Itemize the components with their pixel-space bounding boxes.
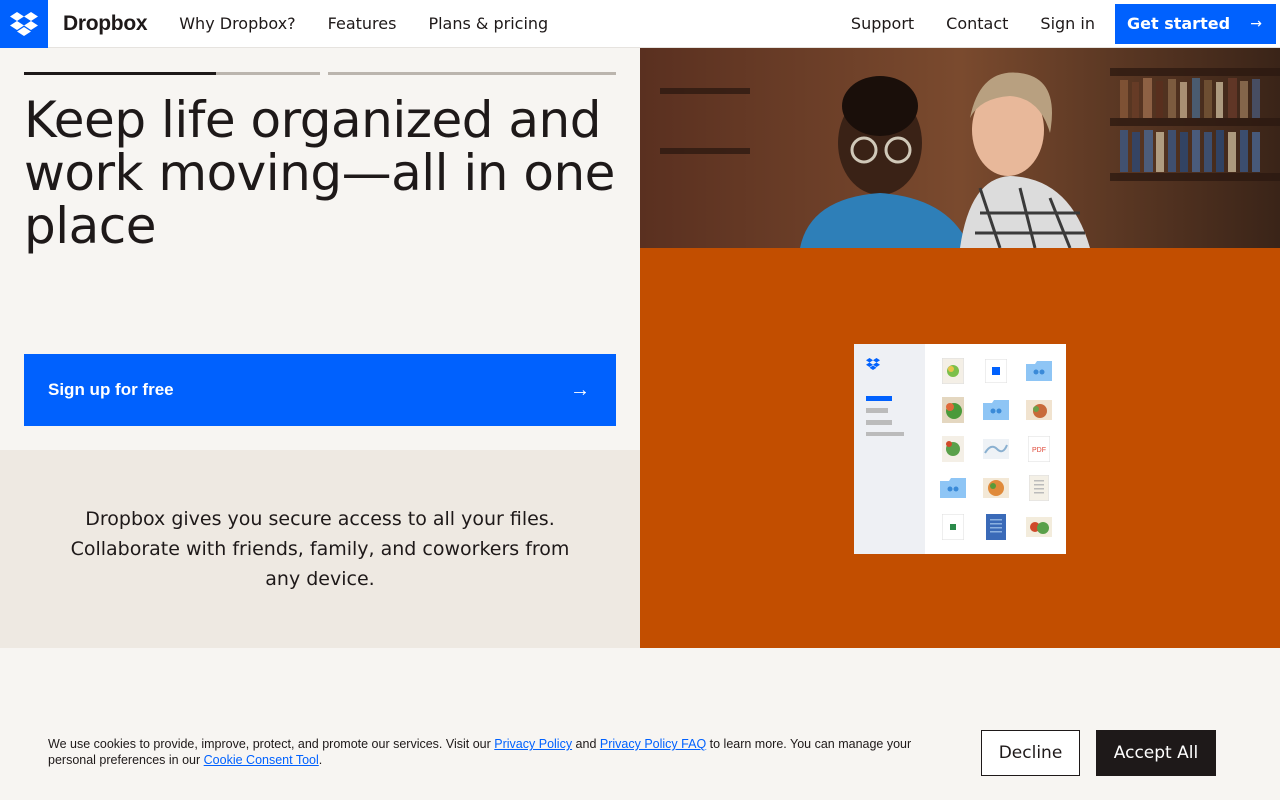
carousel-progress xyxy=(24,72,616,75)
nav-features[interactable]: Features xyxy=(312,0,413,48)
cookie-text-2: and xyxy=(572,737,600,751)
pdf-file-icon: PDF xyxy=(1019,432,1058,467)
shared-folder-icon xyxy=(933,470,972,505)
decline-cookies-button[interactable]: Decline xyxy=(981,730,1080,776)
cookie-text-4: . xyxy=(318,753,323,767)
cookie-banner: We use cookies to provide, improve, prot… xyxy=(0,648,1280,800)
nav-sign-in[interactable]: Sign in xyxy=(1024,0,1111,48)
privacy-policy-link[interactable]: Privacy Policy xyxy=(494,737,572,751)
image-thumbnail-icon xyxy=(933,432,972,467)
blue-document-icon xyxy=(976,509,1015,544)
carousel-progress-bar-1[interactable] xyxy=(24,72,320,75)
arrow-right-icon: → xyxy=(1250,15,1262,32)
file-thumbnail-icon xyxy=(933,354,972,389)
nav-support[interactable]: Support xyxy=(835,0,930,48)
cookie-consent-tool-link[interactable]: Cookie Consent Tool xyxy=(204,753,319,767)
cookie-text-1: We use cookies to provide, improve, prot… xyxy=(48,737,495,751)
primary-nav: Why Dropbox? Features Plans & pricing xyxy=(163,0,564,48)
hero-description: Dropbox gives you secure access to all y… xyxy=(70,508,570,590)
dropbox-logo-icon[interactable] xyxy=(0,0,48,48)
hero-left-panel: Keep life organized and work moving—all … xyxy=(0,48,640,450)
accept-all-cookies-button[interactable]: Accept All xyxy=(1096,730,1216,776)
cookie-message: We use cookies to provide, improve, prot… xyxy=(48,736,948,768)
arrow-right-icon: → xyxy=(570,378,590,401)
svg-text:PDF: PDF xyxy=(1032,447,1046,454)
carousel-progress-bar-2[interactable] xyxy=(328,72,616,75)
hero-headline: Keep life organized and work moving—all … xyxy=(24,91,615,255)
shared-folder-icon xyxy=(976,393,1015,428)
nav-plans-pricing[interactable]: Plans & pricing xyxy=(412,0,564,48)
shared-folder-icon xyxy=(1019,354,1058,389)
get-started-button[interactable]: Get started → xyxy=(1115,3,1276,44)
spreadsheet-file-icon xyxy=(933,509,972,544)
get-started-label: Get started xyxy=(1127,13,1231,33)
brand-wordmark[interactable]: Dropbox xyxy=(63,12,148,36)
image-thumbnail-icon xyxy=(1019,509,1058,544)
hero-description-panel: Dropbox gives you secure access to all y… xyxy=(0,450,640,648)
nav-why-dropbox[interactable]: Why Dropbox? xyxy=(163,0,311,48)
image-thumbnail-icon xyxy=(976,470,1015,505)
document-icon xyxy=(976,354,1015,389)
sign-up-button[interactable]: Sign up for free → xyxy=(24,354,616,426)
text-file-icon xyxy=(1019,470,1058,505)
carousel-progress-fill xyxy=(24,72,217,75)
image-thumbnail-icon xyxy=(933,393,972,428)
app-mockup: PDF xyxy=(854,344,1066,554)
site-header: Dropbox Why Dropbox? Features Plans & pr… xyxy=(0,0,1280,48)
nav-contact[interactable]: Contact xyxy=(930,0,1024,48)
privacy-policy-faq-link[interactable]: Privacy Policy FAQ xyxy=(600,737,706,751)
mockup-sidebar xyxy=(854,344,925,554)
mockup-file-grid: PDF xyxy=(925,344,1066,554)
secondary-nav: Support Contact Sign in Get started → xyxy=(835,0,1280,48)
sign-up-label: Sign up for free xyxy=(48,380,174,399)
image-thumbnail-icon xyxy=(1019,393,1058,428)
hero-photo xyxy=(640,48,1280,248)
image-thumbnail-icon xyxy=(976,432,1015,467)
product-preview-panel: PDF xyxy=(640,248,1280,648)
